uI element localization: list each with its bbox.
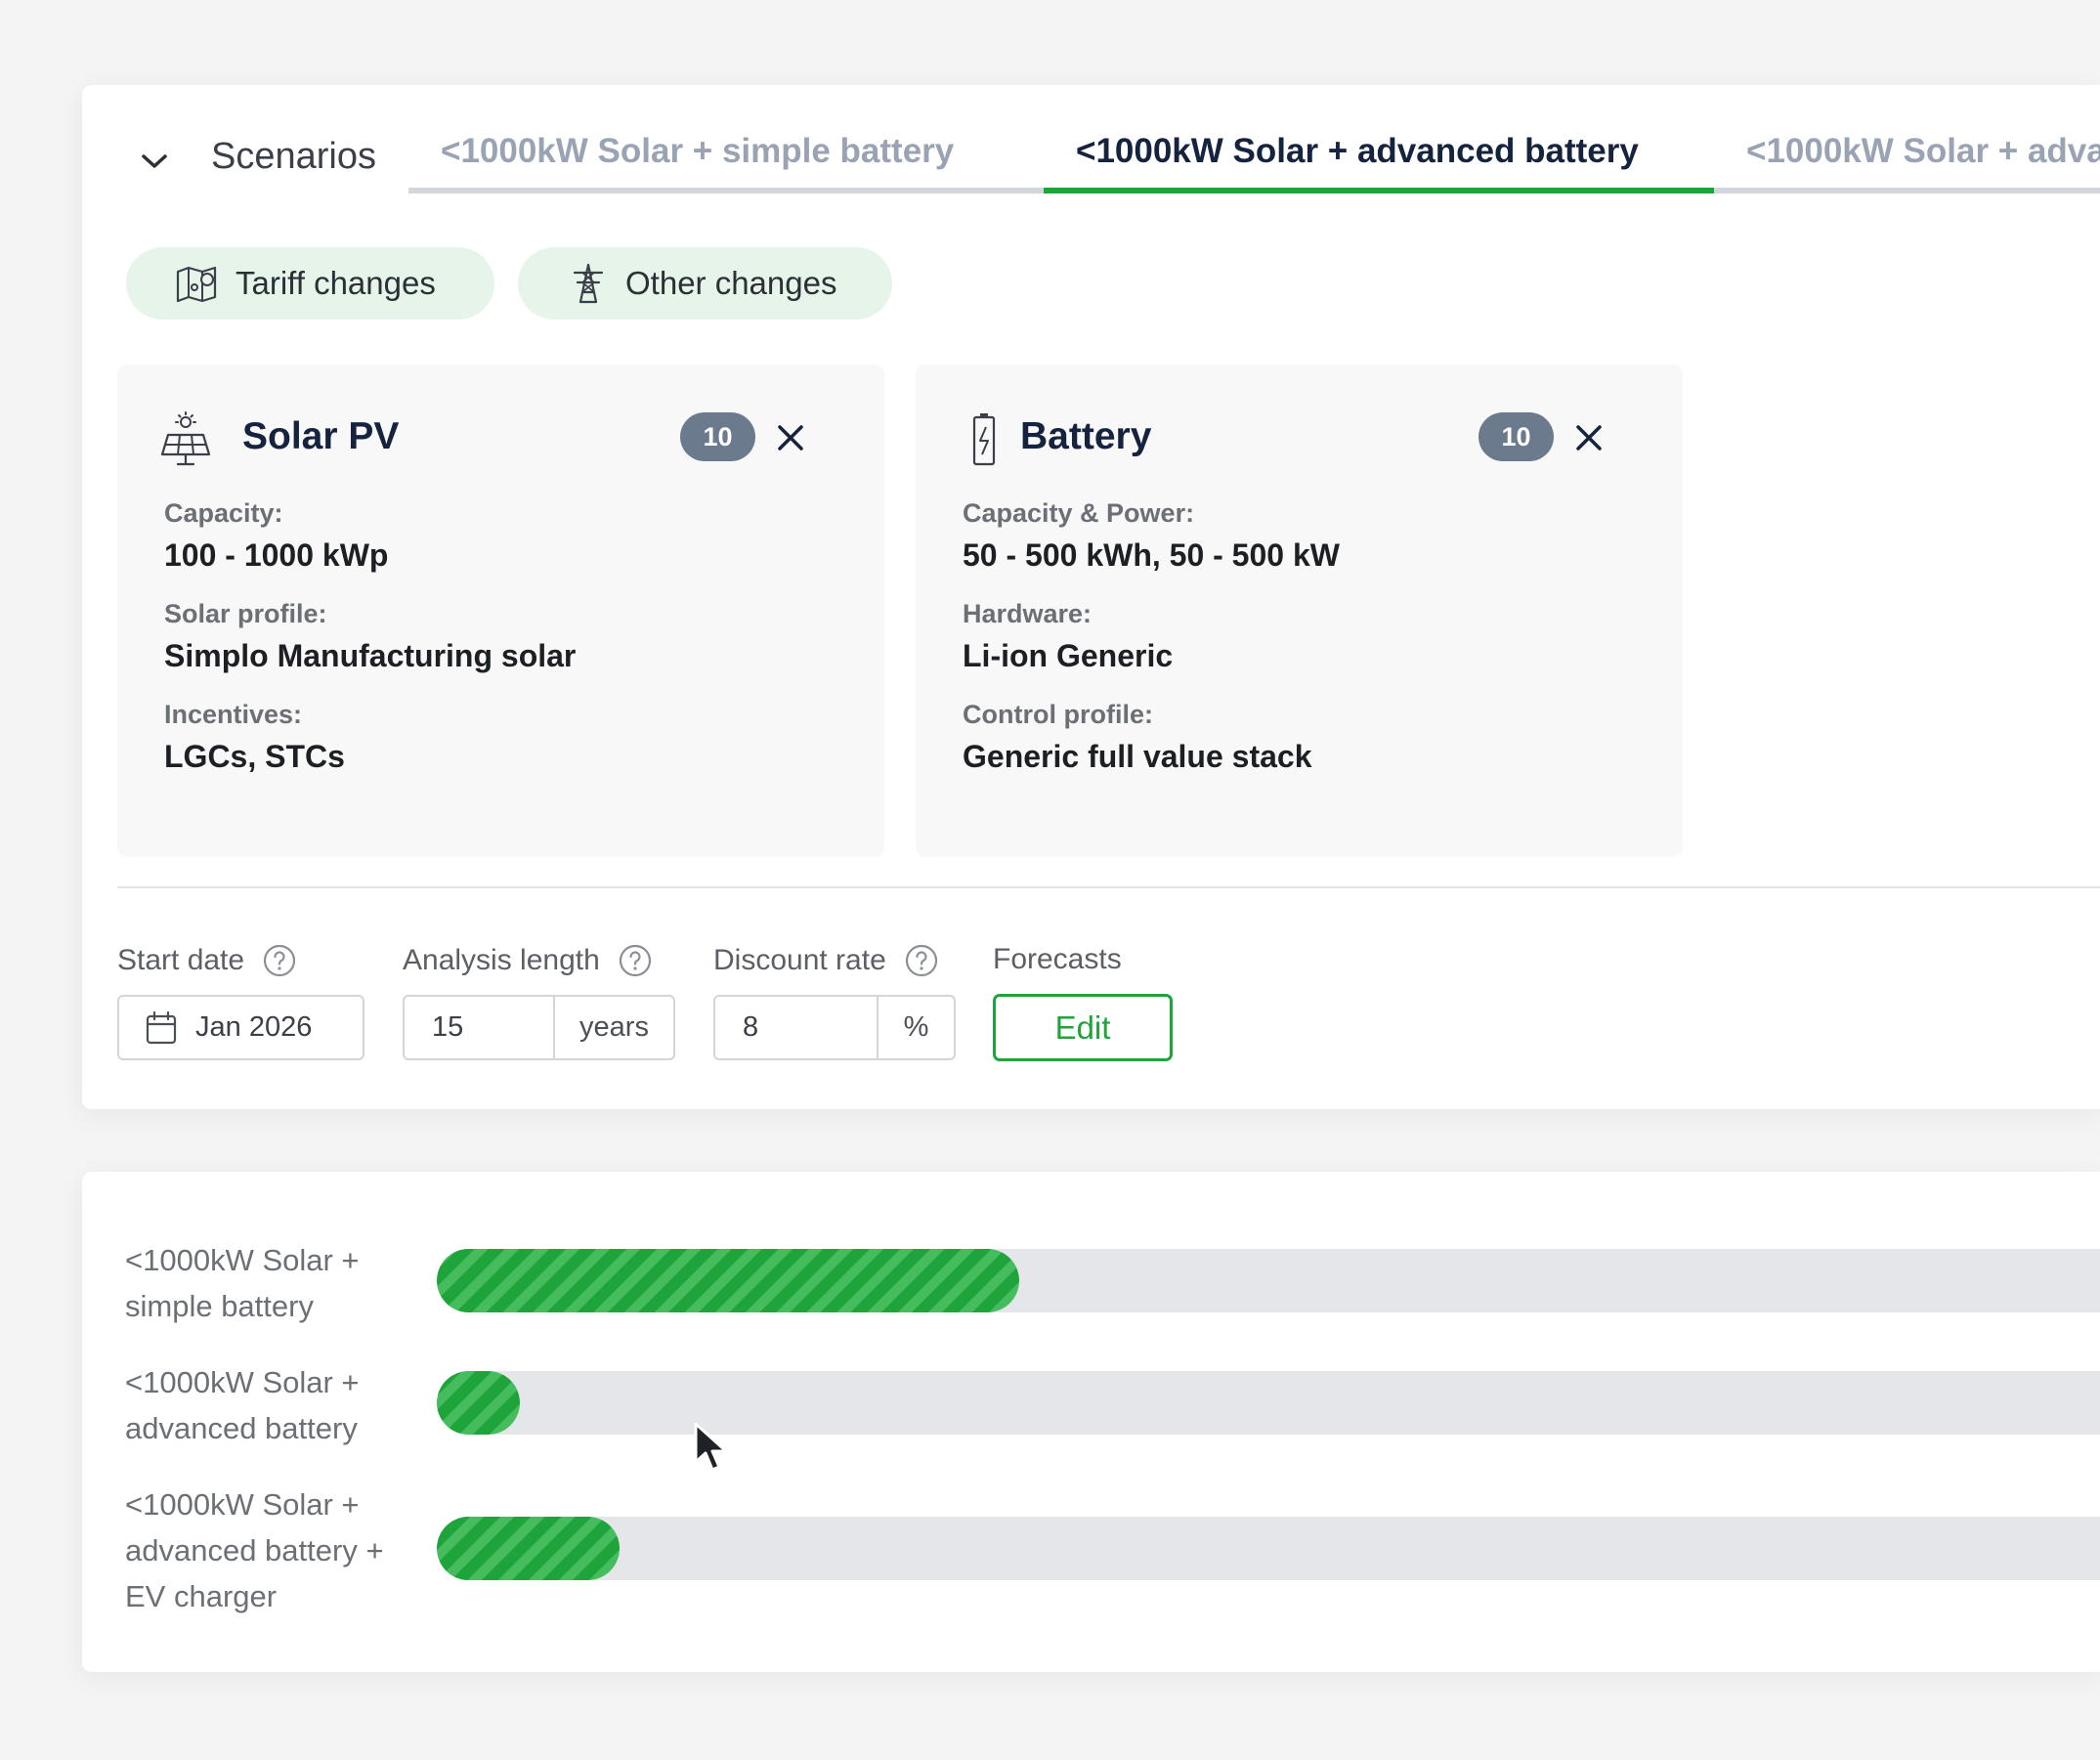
battery-title: Battery — [1020, 415, 1152, 457]
progress-label-3: <1000kW Solar + advanced battery + EV ch… — [125, 1487, 384, 1613]
mouse-cursor-icon — [694, 1422, 728, 1472]
solar-incentives-label: Incentives: — [164, 700, 303, 729]
section-divider — [117, 886, 2100, 888]
tariff-changes-label: Tariff changes — [236, 265, 436, 301]
solar-capacity-label: Capacity: — [164, 498, 283, 528]
solar-pv-title: Solar PV — [242, 415, 400, 457]
discount-rate-unit: % — [877, 997, 954, 1058]
scenario-tabs: Scenarios <1000kW Solar + simple battery… — [82, 85, 2100, 200]
other-changes-label: Other changes — [625, 265, 837, 301]
discount-rate-input[interactable]: 8 % — [713, 995, 956, 1060]
battery-control-value: Generic full value stack — [963, 739, 1312, 774]
solar-profile-label: Solar profile: — [164, 599, 327, 628]
tariff-map-icon — [176, 266, 217, 303]
progress-fill-2 — [437, 1371, 520, 1435]
tab-scenario-2[interactable]: <1000kW Solar + advanced battery — [1044, 132, 1714, 193]
analysis-length-field-label: Analysis length — [403, 943, 653, 978]
forecasts-label: Forecasts — [993, 943, 1122, 975]
battery-card: Battery 10 Capacity & Power: 50 - 500 kW… — [916, 365, 1683, 857]
progress-track-1 — [437, 1249, 2100, 1312]
help-icon[interactable] — [904, 943, 939, 978]
remove-battery-icon[interactable] — [1570, 419, 1607, 456]
discount-rate-value: 8 — [743, 1011, 759, 1043]
progress-track-3 — [437, 1517, 2100, 1580]
discount-rate-field-label: Discount rate — [713, 943, 939, 978]
battery-control-label: Control profile: — [963, 700, 1153, 729]
discount-rate-label: Discount rate — [713, 944, 886, 976]
solar-pv-count-badge: 10 — [680, 412, 755, 461]
solar-profile-value: Simplo Manufacturing solar — [164, 638, 577, 673]
help-icon[interactable] — [262, 943, 297, 978]
solar-incentives-value: LGCs, STCs — [164, 739, 345, 774]
remove-solar-pv-icon[interactable] — [772, 419, 809, 456]
start-date-label: Start date — [117, 944, 245, 976]
progress-label-2: <1000kW Solar + advanced battery — [125, 1365, 360, 1445]
edit-forecasts-button[interactable]: Edit — [993, 994, 1173, 1061]
progress-label-1: <1000kW Solar + simple battery — [125, 1243, 360, 1323]
analysis-length-value: 15 — [432, 1011, 464, 1043]
battery-count-badge: 10 — [1479, 412, 1554, 461]
battery-capacity-label: Capacity & Power: — [963, 498, 1195, 528]
analysis-length-input[interactable]: 15 years — [403, 995, 675, 1060]
scenarios-label: Scenarios — [211, 136, 376, 177]
tariff-changes-button[interactable]: Tariff changes — [126, 247, 494, 320]
analysis-length-label: Analysis length — [403, 944, 600, 976]
solar-capacity-value: 100 - 1000 kWp — [164, 537, 389, 573]
tab-scenario-3[interactable]: <1000kW Solar + advanced battery + EV ch… — [1714, 132, 2100, 193]
battery-hardware-label: Hardware: — [963, 599, 1093, 628]
battery-icon — [972, 413, 996, 466]
calendar-icon — [146, 1010, 177, 1044]
progress-fill-1 — [437, 1249, 1019, 1312]
progress-track-2 — [437, 1371, 2100, 1435]
analysis-length-unit: years — [553, 997, 673, 1058]
start-date-value: Jan 2026 — [195, 1011, 313, 1043]
start-date-input[interactable]: Jan 2026 — [117, 995, 364, 1060]
battery-hardware-value: Li-ion Generic — [963, 638, 1174, 673]
start-date-field-label: Start date — [117, 943, 297, 978]
solar-panel-icon — [160, 411, 211, 466]
tab-scenario-1[interactable]: <1000kW Solar + simple battery — [408, 132, 1044, 193]
progress-panel: <1000kW Solar + simple battery <1000kW S… — [82, 1172, 2100, 1672]
solar-pv-card: Solar PV 10 Capacity: 100 - 1000 kWp Sol… — [117, 365, 884, 857]
scenario-panel: Scenarios <1000kW Solar + simple battery… — [82, 85, 2100, 1109]
other-changes-button[interactable]: Other changes — [518, 247, 892, 320]
collapse-button[interactable] — [135, 142, 174, 181]
progress-fill-3 — [437, 1517, 620, 1580]
battery-capacity-value: 50 - 500 kWh, 50 - 500 kW — [963, 537, 1340, 573]
power-tower-icon — [573, 263, 604, 304]
chevron-down-icon — [142, 154, 167, 168]
help-icon[interactable] — [618, 943, 653, 978]
